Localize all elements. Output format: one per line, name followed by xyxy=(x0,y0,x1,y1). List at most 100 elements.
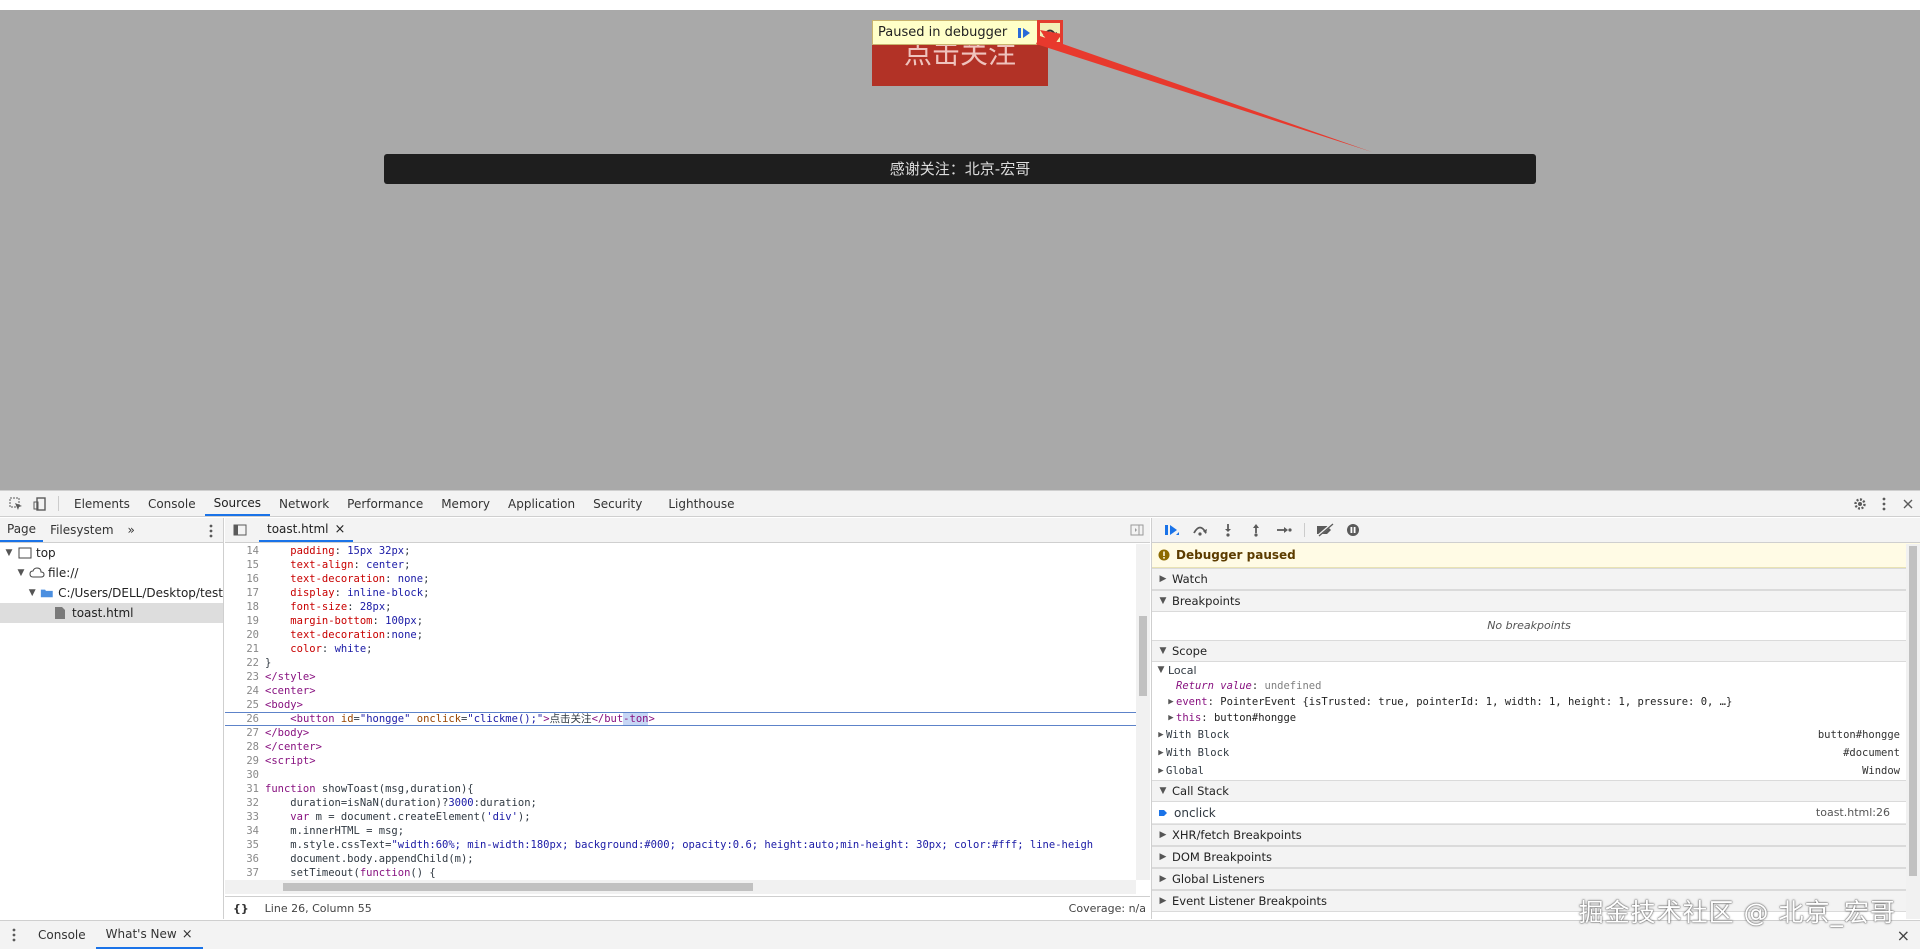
editor-horizontal-scrollbar[interactable] xyxy=(225,880,1136,894)
expand-triangle-icon[interactable]: ▼ xyxy=(16,568,26,578)
tree-item-folder[interactable]: ▼ C:/Users/DELL/Desktop/test xyxy=(0,583,223,603)
pane-breakpoints[interactable]: ▼ Breakpoints xyxy=(1152,590,1920,612)
code-line[interactable]: 34 m.innerHTML = msg; xyxy=(225,824,1136,838)
expand-triangle-icon[interactable]: ▼ xyxy=(1156,665,1166,675)
tab-elements[interactable]: Elements xyxy=(65,491,139,516)
code-line[interactable]: 26 <button id="hongge" onclick="clickme(… xyxy=(225,712,1136,726)
scope-with-block-1[interactable]: ▶ With Block button#hongge xyxy=(1152,726,1920,744)
line-number[interactable]: 17 xyxy=(225,586,265,600)
settings-gear-icon[interactable] xyxy=(1848,497,1872,511)
line-number[interactable]: 22 xyxy=(225,656,265,670)
tab-performance[interactable]: Performance xyxy=(338,491,432,516)
code-line[interactable]: 21 color: white; xyxy=(225,642,1136,656)
code-line[interactable]: 18 font-size: 28px; xyxy=(225,600,1136,614)
pane-scope[interactable]: ▼ Scope xyxy=(1152,640,1920,662)
collapse-triangle-icon[interactable]: ▶ xyxy=(1166,697,1176,707)
more-options-icon[interactable] xyxy=(1872,497,1896,511)
line-number[interactable]: 34 xyxy=(225,824,265,838)
line-number[interactable]: 18 xyxy=(225,600,265,614)
line-number[interactable]: 21 xyxy=(225,642,265,656)
code-line[interactable]: 30 xyxy=(225,768,1136,782)
scroll-thumb[interactable] xyxy=(1139,616,1147,696)
tab-memory[interactable]: Memory xyxy=(432,491,499,516)
line-number[interactable]: 24 xyxy=(225,684,265,698)
tree-item-origin[interactable]: ▼ file:// xyxy=(0,563,223,583)
expand-triangle-icon[interactable]: ▼ xyxy=(1158,646,1168,656)
code-line[interactable]: 22} xyxy=(225,656,1136,670)
line-number[interactable]: 29 xyxy=(225,754,265,768)
close-drawer-icon[interactable]: × xyxy=(1897,926,1910,945)
line-number[interactable]: 26 xyxy=(225,713,265,725)
collapse-triangle-icon[interactable]: ▶ xyxy=(1158,896,1168,906)
drawer-tab-console[interactable]: Console xyxy=(28,921,96,949)
line-number[interactable]: 28 xyxy=(225,740,265,754)
editor-vertical-scrollbar[interactable] xyxy=(1136,544,1150,880)
code-line[interactable]: 32 duration=isNaN(duration)?3000:duratio… xyxy=(225,796,1136,810)
toggle-navigator-icon[interactable] xyxy=(225,518,247,542)
code-line[interactable]: 14 padding: 15px 32px; xyxy=(225,544,1136,558)
tab-page[interactable]: Page xyxy=(0,518,44,542)
line-number[interactable]: 25 xyxy=(225,698,265,712)
step-over-icon[interactable] xyxy=(1186,518,1214,543)
tab-network[interactable]: Network xyxy=(270,491,338,516)
line-number[interactable]: 15 xyxy=(225,558,265,572)
pane-call-stack[interactable]: ▼ Call Stack xyxy=(1152,780,1920,802)
pane-global-listeners[interactable]: ▶ Global Listeners xyxy=(1152,868,1920,890)
device-toolbar-icon[interactable] xyxy=(28,491,52,516)
collapse-triangle-icon[interactable]: ▶ xyxy=(1158,830,1168,840)
pane-dom-breakpoints[interactable]: ▶ DOM Breakpoints xyxy=(1152,846,1920,868)
step-icon[interactable] xyxy=(1270,518,1298,543)
line-number[interactable]: 14 xyxy=(225,544,265,558)
code-line[interactable]: 33 var m = document.createElement('div')… xyxy=(225,810,1136,824)
collapse-triangle-icon[interactable]: ▶ xyxy=(1158,874,1168,884)
line-number[interactable]: 37 xyxy=(225,866,265,880)
code-line[interactable]: 17 display: inline-block; xyxy=(225,586,1136,600)
line-number[interactable]: 31 xyxy=(225,782,265,796)
step-into-icon[interactable] xyxy=(1214,518,1242,543)
collapse-triangle-icon[interactable]: ▶ xyxy=(1156,748,1166,758)
code-line[interactable]: 36 document.body.appendChild(m); xyxy=(225,852,1136,866)
tab-security[interactable]: Security xyxy=(584,491,651,516)
tree-item-file[interactable]: toast.html xyxy=(0,603,223,623)
debugger-scrollbar[interactable] xyxy=(1906,544,1920,919)
line-number[interactable]: 35 xyxy=(225,838,265,852)
scope-local[interactable]: ▼ Local xyxy=(1152,662,1920,678)
scroll-thumb[interactable] xyxy=(1909,546,1917,876)
code-line[interactable]: 37 setTimeout(function() { xyxy=(225,866,1136,880)
line-number[interactable]: 27 xyxy=(225,726,265,740)
drawer-menu-icon[interactable] xyxy=(0,921,28,949)
close-devtools-icon[interactable] xyxy=(1896,499,1920,509)
collapse-triangle-icon[interactable]: ▶ xyxy=(1158,574,1168,584)
frame-location[interactable]: toast.html:26 xyxy=(1816,806,1890,819)
expand-triangle-icon[interactable]: ▼ xyxy=(4,548,14,558)
toggle-debugger-icon[interactable] xyxy=(1130,524,1144,539)
pretty-print-icon[interactable]: {} xyxy=(233,902,249,915)
scope-with-block-2[interactable]: ▶ With Block #document xyxy=(1152,744,1920,762)
line-number[interactable]: 20 xyxy=(225,628,265,642)
scope-event[interactable]: ▶ event: PointerEvent {isTrusted: true, p… xyxy=(1152,694,1920,710)
collapse-triangle-icon[interactable]: ▶ xyxy=(1156,730,1166,740)
pause-on-exceptions-icon[interactable] xyxy=(1339,518,1367,543)
file-tab-toast[interactable]: toast.html × xyxy=(259,518,354,542)
more-tabs-chevron[interactable]: » xyxy=(121,518,142,542)
code-line[interactable]: 28 </center> xyxy=(225,740,1136,754)
scope-global[interactable]: ▶ Global Window xyxy=(1152,762,1920,780)
call-frame-onclick[interactable]: onclick toast.html:26 xyxy=(1152,802,1920,824)
expand-triangle-icon[interactable]: ▼ xyxy=(1158,596,1168,606)
pane-watch[interactable]: ▶ Watch xyxy=(1152,568,1920,590)
line-number[interactable]: 23 xyxy=(225,670,265,684)
step-out-icon[interactable] xyxy=(1242,518,1270,543)
tab-filesystem[interactable]: Filesystem xyxy=(43,518,120,542)
line-number[interactable]: 32 xyxy=(225,796,265,810)
tab-lighthouse[interactable]: Lighthouse xyxy=(659,491,743,516)
collapse-triangle-icon[interactable]: ▶ xyxy=(1166,713,1176,723)
code-line[interactable]: 25 <body> xyxy=(225,698,1136,712)
resume-icon[interactable] xyxy=(1158,518,1186,543)
code-line[interactable]: 19 margin-bottom: 100px; xyxy=(225,614,1136,628)
code-line[interactable]: 31 function showToast(msg,duration){ xyxy=(225,782,1136,796)
code-line[interactable]: 20 text-decoration:none; xyxy=(225,628,1136,642)
code-line[interactable]: 15 text-align: center; xyxy=(225,558,1136,572)
line-number[interactable]: 30 xyxy=(225,768,265,782)
tree-item-top[interactable]: ▼ top xyxy=(0,543,223,563)
line-number[interactable]: 19 xyxy=(225,614,265,628)
